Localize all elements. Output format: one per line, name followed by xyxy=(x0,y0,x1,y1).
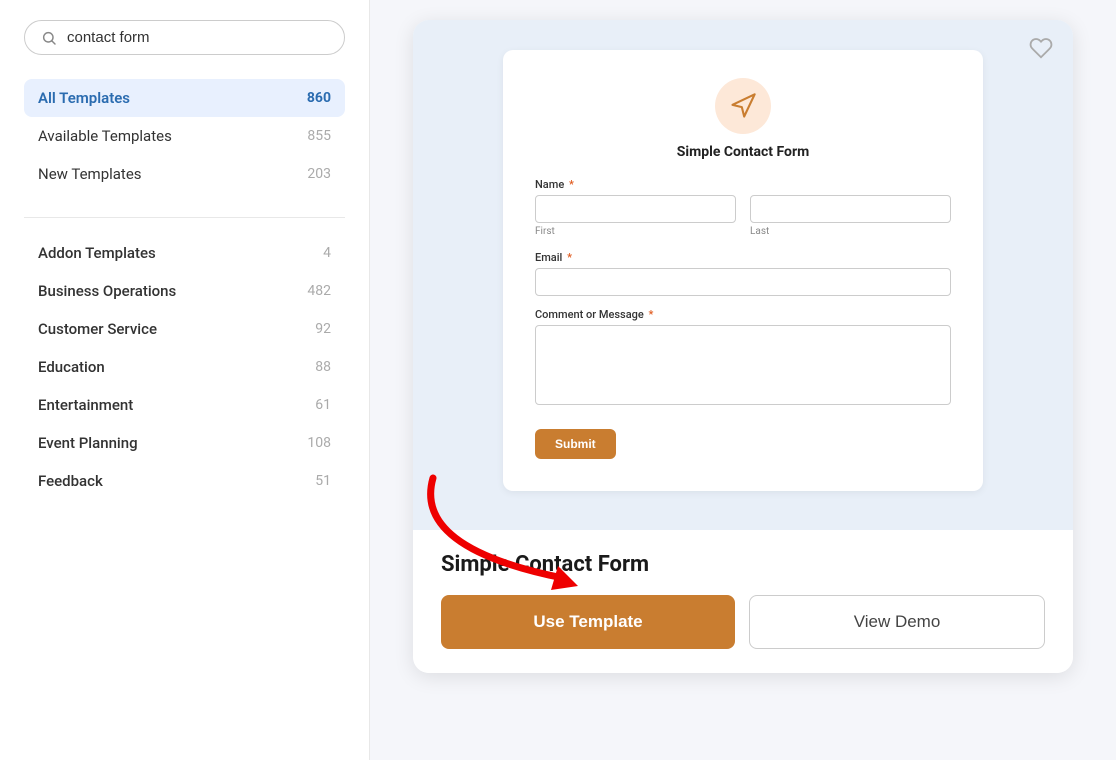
filter-count: 855 xyxy=(307,128,331,144)
template-card: Simple Contact Form Name * First Last xyxy=(413,20,1073,673)
filter-available-templates[interactable]: Available Templates 855 xyxy=(24,117,345,155)
sidebar: All Templates 860 Available Templates 85… xyxy=(0,0,370,760)
category-feedback[interactable]: Feedback 51 xyxy=(24,462,345,500)
megaphone-icon xyxy=(729,92,757,120)
view-demo-button[interactable]: View Demo xyxy=(749,595,1045,649)
category-count: 61 xyxy=(315,397,331,413)
filter-list: All Templates 860 Available Templates 85… xyxy=(24,79,345,193)
email-label: Email * xyxy=(535,251,951,264)
category-label: Feedback xyxy=(38,472,103,490)
category-label: Addon Templates xyxy=(38,244,156,262)
last-name-label: Last xyxy=(750,226,951,237)
category-label: Event Planning xyxy=(38,434,138,452)
card-actions: Use Template View Demo xyxy=(441,595,1045,649)
category-count: 482 xyxy=(307,283,331,299)
filter-label: All Templates xyxy=(38,89,130,107)
search-input[interactable] xyxy=(67,29,328,46)
form-preview-title: Simple Contact Form xyxy=(535,144,951,160)
filter-count: 203 xyxy=(307,166,331,182)
form-icon-circle xyxy=(715,78,771,134)
category-customer-service[interactable]: Customer Service 92 xyxy=(24,310,345,348)
card-bottom: Simple Contact Form Use Template View De… xyxy=(413,530,1073,673)
message-label: Comment or Message * xyxy=(535,308,951,321)
category-label: Customer Service xyxy=(38,320,157,338)
favorite-button[interactable] xyxy=(1029,36,1053,63)
first-name-field: First xyxy=(535,195,736,237)
form-icon-wrap xyxy=(535,78,951,134)
category-addon-templates[interactable]: Addon Templates 4 xyxy=(24,234,345,272)
filter-new-templates[interactable]: New Templates 203 xyxy=(24,155,345,193)
form-submit-button[interactable]: Submit xyxy=(535,429,616,459)
category-label: Business Operations xyxy=(38,282,176,300)
form-preview: Simple Contact Form Name * First Last xyxy=(503,50,983,491)
filter-count: 860 xyxy=(307,90,331,106)
name-label: Name * xyxy=(535,178,951,191)
template-title: Simple Contact Form xyxy=(441,552,1045,577)
heart-icon xyxy=(1029,36,1053,60)
category-business-operations[interactable]: Business Operations 482 xyxy=(24,272,345,310)
filter-label: Available Templates xyxy=(38,127,172,145)
name-field-group: Name * First Last xyxy=(535,178,951,237)
category-count: 88 xyxy=(315,359,331,375)
email-input[interactable] xyxy=(535,268,951,296)
filter-label: New Templates xyxy=(38,165,142,183)
category-entertainment[interactable]: Entertainment 61 xyxy=(24,386,345,424)
category-count: 4 xyxy=(323,245,331,261)
category-label: Education xyxy=(38,358,105,376)
first-name-label: First xyxy=(535,226,736,237)
use-template-button[interactable]: Use Template xyxy=(441,595,735,649)
last-name-input[interactable] xyxy=(750,195,951,223)
last-name-field: Last xyxy=(750,195,951,237)
category-count: 108 xyxy=(307,435,331,451)
first-name-input[interactable] xyxy=(535,195,736,223)
category-list: Addon Templates 4 Business Operations 48… xyxy=(24,234,345,500)
filter-all-templates[interactable]: All Templates 860 xyxy=(24,79,345,117)
search-icon xyxy=(41,30,57,46)
search-box[interactable] xyxy=(24,20,345,55)
category-count: 51 xyxy=(315,473,331,489)
category-count: 92 xyxy=(315,321,331,337)
message-field-group: Comment or Message * xyxy=(535,308,951,409)
card-preview: Simple Contact Form Name * First Last xyxy=(413,20,1073,530)
category-label: Entertainment xyxy=(38,396,133,414)
sidebar-divider xyxy=(24,217,345,218)
name-inputs-row: First Last xyxy=(535,195,951,237)
main-panel: Simple Contact Form Name * First Last xyxy=(370,0,1116,760)
email-field-group: Email * xyxy=(535,251,951,296)
category-education[interactable]: Education 88 xyxy=(24,348,345,386)
message-input[interactable] xyxy=(535,325,951,405)
category-event-planning[interactable]: Event Planning 108 xyxy=(24,424,345,462)
